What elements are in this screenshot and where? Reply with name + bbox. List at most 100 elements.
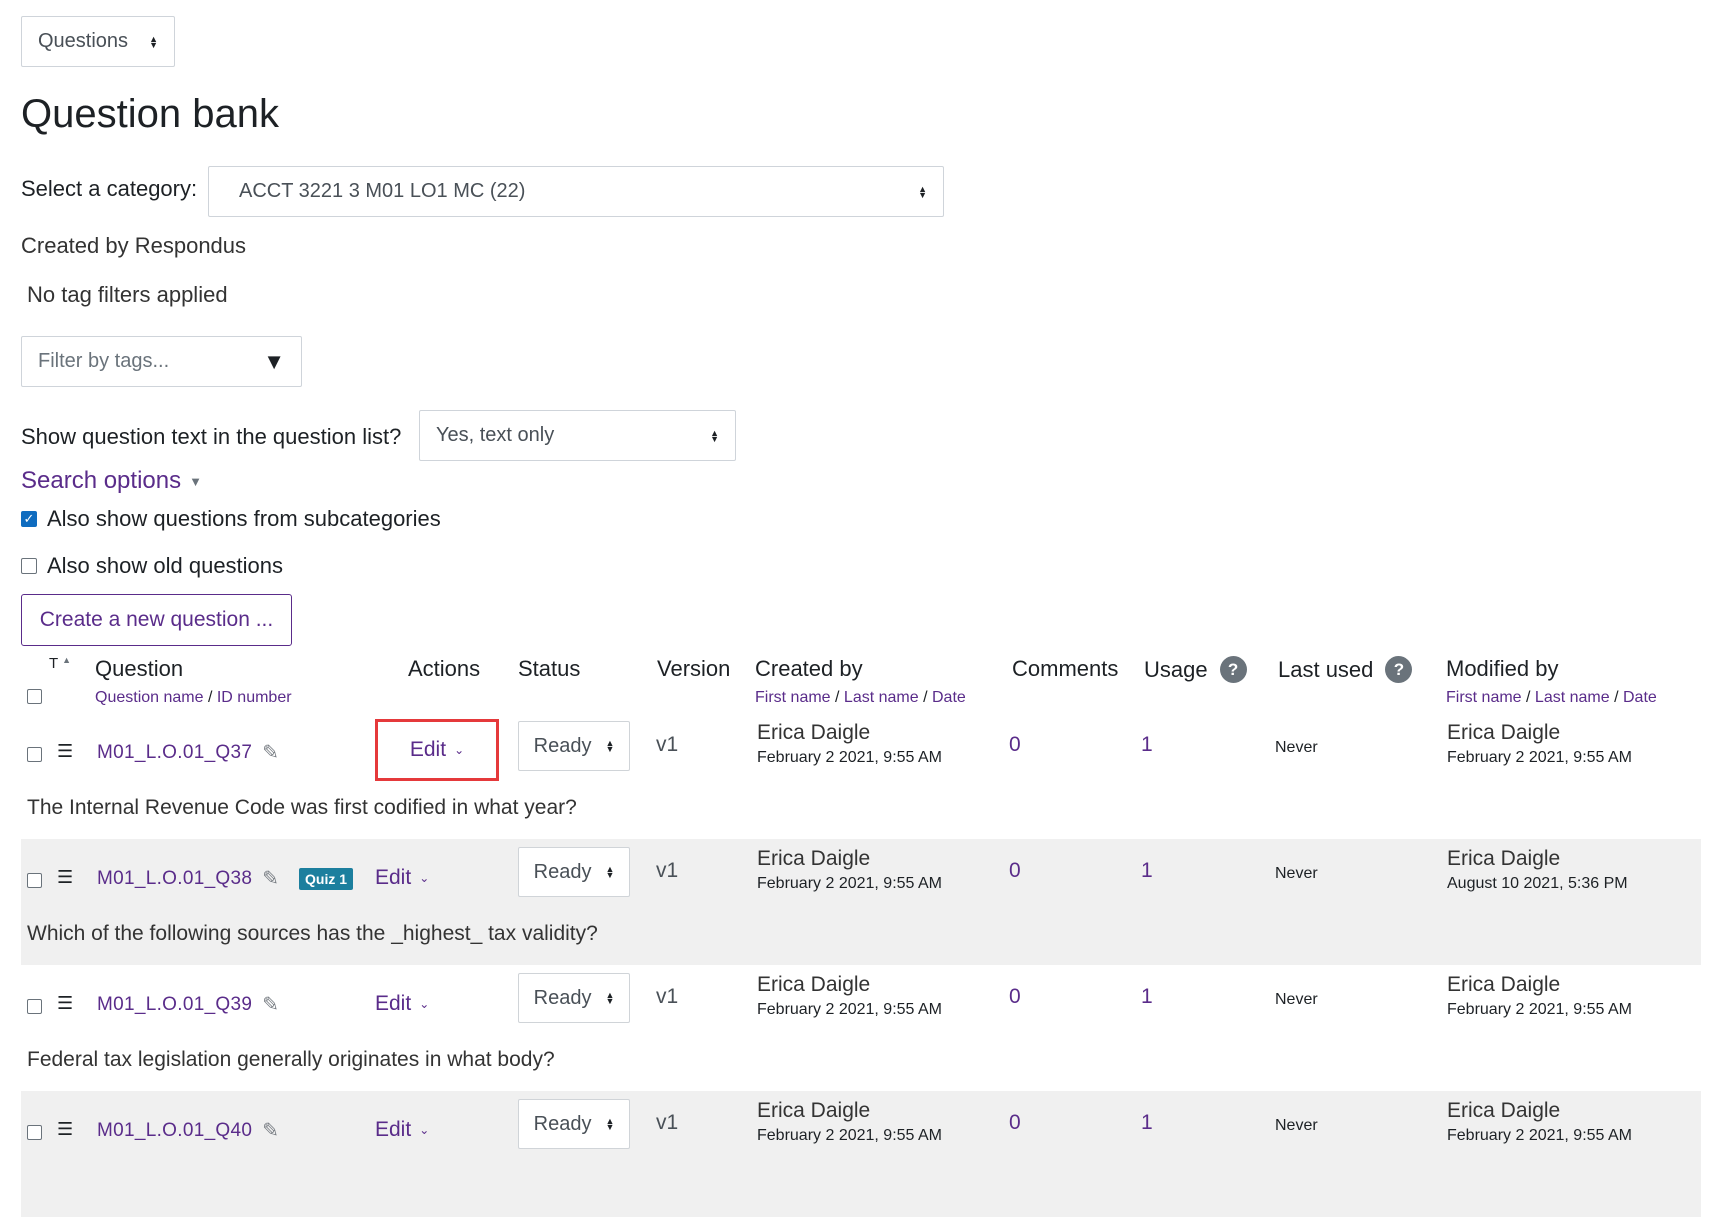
row-checkbox[interactable] xyxy=(27,1125,42,1140)
status-select[interactable]: Ready ▲ ▼ xyxy=(518,1099,630,1149)
show-text-value: Yes, text only xyxy=(436,424,555,446)
table-row: ☰ M01_L.O.01_Q38 ✎ Quiz 1 Edit ⌄ Ready ▲… xyxy=(21,839,1701,965)
create-question-button[interactable]: Create a new question ... xyxy=(21,594,292,646)
header-question[interactable]: Question xyxy=(95,656,183,682)
question-name-link[interactable]: M01_L.O.01_Q39 xyxy=(97,994,252,1016)
status-value: Ready xyxy=(533,1112,592,1135)
edit-menu-label: Edit xyxy=(375,992,412,1015)
category-select[interactable]: ACCT 3221 3 M01 LO1 MC (22) ▲ ▼ xyxy=(208,166,944,217)
help-icon[interactable]: ? xyxy=(1385,656,1413,683)
show-text-label: Show question text in the question list? xyxy=(21,424,402,449)
header-last-used: Last used ? xyxy=(1278,656,1413,683)
header-status[interactable]: Status xyxy=(518,656,580,682)
sort-id-number[interactable]: ID number xyxy=(217,689,292,706)
modified-by-cell: Erica Daigle February 2 2021, 9:55 AM xyxy=(1447,1099,1632,1145)
search-options-toggle[interactable]: Search options ▼ xyxy=(21,467,202,495)
row-checkbox[interactable] xyxy=(27,999,42,1014)
edit-menu-label: Edit xyxy=(409,738,447,761)
sort-up-icon: ▲ xyxy=(62,655,72,665)
table-row: ☰ M01_L.O.01_Q37 ✎ Edit ⌄ Ready ▲ ▼ v1 Er… xyxy=(21,713,1701,839)
pencil-icon[interactable]: ✎ xyxy=(262,740,279,765)
comments-count[interactable]: 0 xyxy=(1009,859,1021,883)
page-title: Question bank xyxy=(21,92,279,136)
edit-menu[interactable]: Edit ⌄ xyxy=(375,719,499,781)
usage-count[interactable]: 1 xyxy=(1141,1111,1153,1135)
last-used: Never xyxy=(1275,739,1318,756)
sort-created-last[interactable]: Last name xyxy=(844,689,919,706)
created-by-name: Erica Daigle xyxy=(757,721,871,744)
question-name-cell: M01_L.O.01_Q38 ✎ Quiz 1 xyxy=(97,866,354,891)
last-used: Never xyxy=(1275,1117,1318,1134)
sort-created-date[interactable]: Date xyxy=(932,689,966,706)
subcategories-checkbox[interactable]: ✓ xyxy=(21,511,37,527)
question-name-link[interactable]: M01_L.O.01_Q40 xyxy=(97,1120,252,1142)
header-version[interactable]: Version xyxy=(657,656,730,682)
sort-type-header[interactable]: T ▲ xyxy=(49,655,71,672)
question-name-cell: M01_L.O.01_Q37 ✎ xyxy=(97,740,279,765)
separator: / xyxy=(830,689,844,706)
created-by-cell: Erica Daigle February 2 2021, 9:55 AM xyxy=(757,973,942,1019)
list-icon: ☰ xyxy=(57,741,74,761)
quiz-badge: Quiz 1 xyxy=(299,867,354,890)
modified-date: February 2 2021, 9:55 AM xyxy=(1447,1127,1632,1144)
header-comments[interactable]: Comments xyxy=(1012,656,1118,682)
last-used: Never xyxy=(1275,865,1318,882)
usage-count[interactable]: 1 xyxy=(1141,733,1153,757)
help-icon[interactable]: ? xyxy=(1219,656,1247,683)
pencil-icon[interactable]: ✎ xyxy=(262,992,279,1017)
sort-modified-date[interactable]: Date xyxy=(1623,689,1657,706)
comments-count[interactable]: 0 xyxy=(1009,733,1021,757)
tag-filter-placeholder: Filter by tags... xyxy=(38,350,170,372)
chevron-down-icon: ⌄ xyxy=(419,871,430,885)
question-name-cell: M01_L.O.01_Q40 ✎ xyxy=(97,1118,279,1143)
usage-count[interactable]: 1 xyxy=(1141,859,1153,883)
updown-icon: ▲ ▼ xyxy=(605,864,615,880)
row-checkbox[interactable] xyxy=(27,873,42,888)
select-all-checkbox[interactable] xyxy=(27,689,42,704)
question-name-link[interactable]: M01_L.O.01_Q37 xyxy=(97,742,252,764)
modified-by-cell: Erica Daigle February 2 2021, 9:55 AM xyxy=(1447,973,1632,1019)
sort-modified-last[interactable]: Last name xyxy=(1535,689,1610,706)
tag-filter-input[interactable]: Filter by tags... ▼ xyxy=(21,336,302,387)
edit-menu[interactable]: Edit ⌄ xyxy=(375,1118,429,1142)
status-select[interactable]: Ready ▲ ▼ xyxy=(518,973,630,1023)
row-checkbox[interactable] xyxy=(27,747,42,762)
chevron-down-icon: ⌄ xyxy=(419,1123,430,1137)
pencil-icon[interactable]: ✎ xyxy=(262,866,279,891)
updown-icon: ▲ ▼ xyxy=(605,1116,615,1132)
category-info: Created by Respondus xyxy=(21,233,247,258)
show-text-select[interactable]: Yes, text only ▲ ▼ xyxy=(419,410,736,461)
pencil-icon[interactable]: ✎ xyxy=(262,1118,279,1143)
usage-header-label: Usage xyxy=(1144,656,1208,682)
edit-menu[interactable]: Edit ⌄ xyxy=(375,866,429,890)
tag-status: No tag filters applied xyxy=(27,282,228,307)
category-label: Select a category: xyxy=(21,176,198,201)
category-select-value: ACCT 3221 3 M01 LO1 MC (22) xyxy=(239,180,526,202)
comments-count[interactable]: 0 xyxy=(1009,1111,1021,1135)
old-questions-checkbox[interactable] xyxy=(21,558,37,574)
last-used: Never xyxy=(1275,991,1318,1008)
separator: / xyxy=(1609,689,1623,706)
create-question-label: Create a new question ... xyxy=(39,608,274,631)
question-name-link[interactable]: M01_L.O.01_Q38 xyxy=(97,868,252,890)
created-date: February 2 2021, 9:55 AM xyxy=(757,749,942,766)
sort-created-first[interactable]: First name xyxy=(755,689,831,706)
view-select[interactable]: Questions ▲ ▼ xyxy=(21,16,175,67)
subcategories-option[interactable]: ✓ Also show questions from subcategories xyxy=(21,506,441,532)
status-value: Ready xyxy=(533,986,592,1009)
modified-date: August 10 2021, 5:36 PM xyxy=(1447,875,1628,892)
modified-by-cell: Erica Daigle February 2 2021, 9:55 AM xyxy=(1447,721,1632,767)
sort-modified-first[interactable]: First name xyxy=(1446,689,1522,706)
created-by-cell: Erica Daigle February 2 2021, 9:55 AM xyxy=(757,1099,942,1145)
old-questions-option[interactable]: Also show old questions xyxy=(21,553,283,579)
status-select[interactable]: Ready ▲ ▼ xyxy=(518,847,630,897)
updown-icon: ▲ ▼ xyxy=(605,990,615,1006)
sort-question-name[interactable]: Question name xyxy=(95,689,204,706)
search-options-label: Search options xyxy=(21,467,182,494)
comments-count[interactable]: 0 xyxy=(1009,985,1021,1009)
status-select[interactable]: Ready ▲ ▼ xyxy=(518,721,630,771)
chevron-down-icon: ⌄ xyxy=(419,997,430,1011)
usage-count[interactable]: 1 xyxy=(1141,985,1153,1009)
header-modified-sub: First name / Last name / Date xyxy=(1446,689,1657,707)
edit-menu[interactable]: Edit ⌄ xyxy=(375,992,429,1016)
